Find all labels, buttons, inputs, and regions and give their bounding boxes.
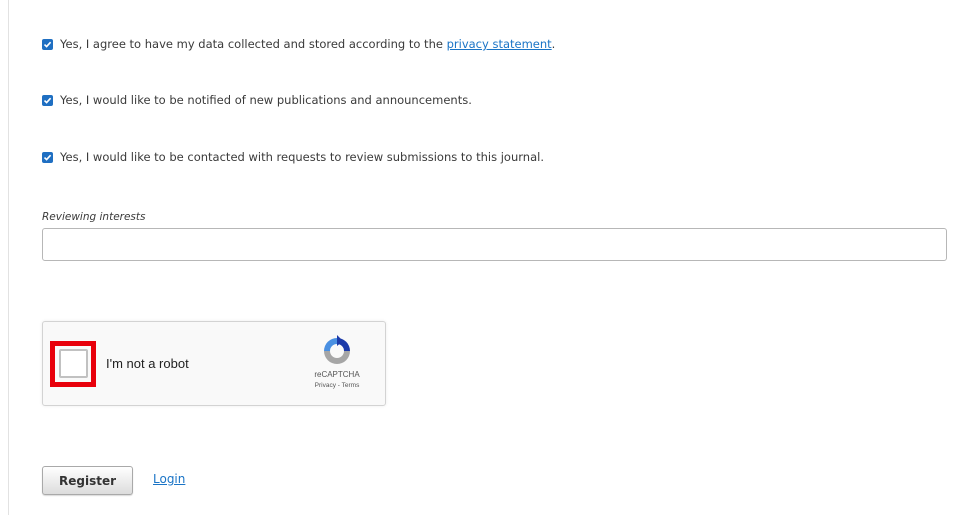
recaptcha-widget: I'm not a robot reCAPTCHA Privacy - Term… (42, 321, 386, 406)
reviewer-consent-row: Yes, I would like to be contacted with r… (42, 149, 544, 165)
privacy-consent-suffix: . (551, 37, 556, 51)
page-left-border (8, 0, 9, 515)
notifications-consent-checkbox[interactable] (42, 94, 53, 106)
notifications-consent-row: Yes, I would like to be notified of new … (42, 92, 472, 108)
recaptcha-privacy-terms[interactable]: Privacy - Terms (295, 382, 379, 389)
reviewing-interests-input[interactable] (42, 228, 947, 261)
notifications-consent-text: Yes, I would like to be notified of new … (60, 93, 472, 107)
reviewer-consent-text: Yes, I would like to be contacted with r… (60, 150, 544, 164)
register-button[interactable]: Register (42, 466, 133, 495)
recaptcha-label: I'm not a robot (106, 356, 189, 371)
checkmark-icon (43, 41, 52, 48)
login-link[interactable]: Login (153, 472, 185, 486)
reviewing-interests-label: Reviewing interests (42, 211, 146, 223)
checkmark-icon (43, 154, 52, 161)
reviewer-consent-checkbox[interactable] (42, 151, 53, 163)
recaptcha-brand: reCAPTCHA (314, 370, 360, 379)
privacy-consent-checkbox[interactable] (42, 38, 53, 50)
recaptcha-checkbox-highlight (50, 341, 96, 387)
checkmark-icon (43, 97, 52, 104)
privacy-consent-text: Yes, I agree to have my data collected a… (60, 37, 447, 51)
privacy-consent-row: Yes, I agree to have my data collected a… (42, 36, 555, 52)
privacy-statement-link[interactable]: privacy statement (447, 37, 552, 51)
recaptcha-logo-icon (324, 335, 350, 364)
